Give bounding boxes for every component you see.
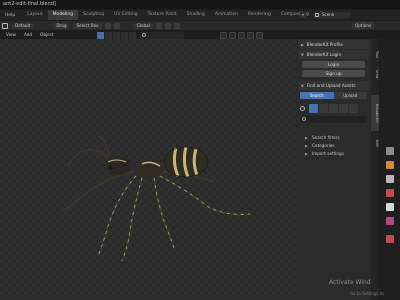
- panel-title: BlenderKit Login: [306, 52, 342, 57]
- proportional-edit-icon[interactable]: [173, 22, 180, 29]
- search-upload-tabs: Search Upload: [300, 92, 367, 99]
- chevron-right-icon: ▶: [301, 42, 304, 47]
- object-icon[interactable]: [386, 235, 394, 243]
- sidebar-panel: ▶ BlenderKit Profile ▼ BlenderKit Login …: [296, 39, 371, 300]
- transform-orientation-dropdown[interactable]: Default: [12, 22, 34, 29]
- search-filters-subpanel[interactable]: ▶ Search filters: [305, 135, 371, 140]
- login-button[interactable]: Login: [302, 61, 365, 68]
- tab-modeling[interactable]: Modeling: [47, 10, 79, 20]
- search-icon: [302, 117, 306, 121]
- scene-icon: [315, 13, 319, 17]
- asset-scene-icon[interactable]: [319, 104, 328, 113]
- tab-rendering[interactable]: Rendering: [243, 10, 276, 20]
- asset-type-filter: [97, 32, 137, 39]
- shading-material-icon[interactable]: [256, 32, 263, 39]
- chevron-right-icon: ▶: [305, 152, 308, 156]
- tab-view[interactable]: View: [371, 65, 379, 83]
- xray-icon[interactable]: [238, 32, 245, 39]
- scene-filter-icon[interactable]: [105, 32, 113, 39]
- asset-brush-icon[interactable]: [339, 104, 348, 113]
- chevron-down-icon: ▼: [301, 83, 304, 88]
- workspace-tabs: Layout Modeling Sculpting UV Editing Tex…: [22, 10, 344, 20]
- asset-search-input[interactable]: [300, 116, 367, 123]
- pivot-icon[interactable]: [155, 22, 162, 29]
- overlay-icon[interactable]: [229, 32, 236, 39]
- snap-icon[interactable]: [164, 22, 171, 29]
- render-icon[interactable]: [386, 161, 394, 169]
- tab-edit[interactable]: Edit: [371, 134, 379, 152]
- panel-blenderkit-login[interactable]: ▼ BlenderKit Login: [298, 50, 369, 59]
- panel-find-upload-assets[interactable]: ▼ Find and Upload Assets: [298, 81, 369, 90]
- tool-header: Default Drag Select Box Global Options: [0, 21, 400, 30]
- select-mode-icon[interactable]: [104, 22, 111, 29]
- tab-texture-paint[interactable]: Texture Paint: [143, 10, 182, 20]
- tab-compositing[interactable]: Compositing: [276, 10, 314, 20]
- panel-title: BlenderKit Profile: [306, 42, 343, 47]
- window-title: ant2-edit-final.blend]: [3, 1, 56, 7]
- scene-selector[interactable]: Scene: [313, 12, 351, 18]
- asset-type-icons: [300, 104, 367, 113]
- signup-button[interactable]: Sign up: [302, 70, 365, 77]
- tab-animation[interactable]: Animation: [210, 10, 243, 20]
- view-layer-icon[interactable]: [386, 189, 394, 197]
- pin-icon[interactable]: [300, 106, 305, 111]
- shading-solid-icon[interactable]: [247, 32, 254, 39]
- scene-icon[interactable]: [386, 203, 394, 211]
- subpanel-label: Search filters: [311, 135, 340, 140]
- import-settings-subpanel[interactable]: ▶ Import settings: [305, 151, 371, 156]
- asset-hdr-icon[interactable]: [349, 104, 358, 113]
- title-bar: ant2-edit-final.blend]: [0, 0, 400, 9]
- tab-tool[interactable]: Tool: [371, 45, 379, 63]
- brush-filter-icon[interactable]: [121, 32, 129, 39]
- subpanel-label: Import settings: [311, 151, 344, 156]
- panel-blenderkit-profile[interactable]: ▶ BlenderKit Profile: [298, 40, 369, 49]
- tab-sculpting[interactable]: Sculpting: [78, 10, 109, 20]
- menu-object[interactable]: Object: [36, 32, 58, 37]
- activate-windows-watermark: Activate Wind: [329, 279, 371, 286]
- object-mode-icon[interactable]: [2, 22, 8, 29]
- menu-view[interactable]: View: [0, 32, 20, 37]
- viewport-overlay-icons: [220, 32, 265, 39]
- properties-tool-strip: [380, 39, 400, 300]
- chevron-right-icon: ▶: [305, 136, 308, 140]
- subpanel-label: Categories: [311, 143, 335, 148]
- select-box-dropdown[interactable]: Select Box: [73, 22, 102, 29]
- sidebar-tabs: Tool View BlenderKit Edit: [371, 39, 379, 300]
- activate-windows-subtext: Go to Settings to: [350, 291, 384, 296]
- viewport-search-input[interactable]: [140, 32, 184, 39]
- select-extend-icon[interactable]: [113, 22, 120, 29]
- world-icon[interactable]: [386, 217, 394, 225]
- asset-model-icon[interactable]: [309, 104, 318, 113]
- hdr-filter-icon[interactable]: [129, 32, 137, 39]
- tab-upload[interactable]: Upload: [333, 92, 367, 99]
- menu-help[interactable]: Help: [0, 13, 20, 18]
- tab-blenderkit[interactable]: BlenderKit: [371, 95, 379, 131]
- chevron-right-icon: ▶: [305, 144, 308, 148]
- tool-icon[interactable]: [386, 147, 394, 155]
- search-icon: [142, 33, 146, 37]
- asset-material-icon[interactable]: [329, 104, 338, 113]
- gizmo-icon[interactable]: [220, 32, 227, 39]
- tab-shading[interactable]: Shading: [182, 10, 210, 20]
- ant-model: [62, 136, 251, 262]
- menu-add[interactable]: Add: [20, 32, 36, 37]
- output-icon[interactable]: [386, 175, 394, 183]
- drag-dropdown[interactable]: Drag: [53, 22, 70, 29]
- categories-subpanel[interactable]: ▶ Categories: [305, 143, 371, 148]
- scene-label: Scene: [322, 12, 335, 17]
- tab-layout[interactable]: Layout: [22, 10, 47, 20]
- options-button[interactable]: Options: [352, 22, 375, 29]
- 3d-viewport[interactable]: [0, 39, 296, 300]
- panel-title: Find and Upload Assets: [306, 83, 356, 88]
- scene-browse-icon[interactable]: ▾: [300, 12, 306, 18]
- material-filter-icon[interactable]: [113, 32, 121, 39]
- tab-search[interactable]: Search: [300, 92, 334, 99]
- global-dropdown[interactable]: Global: [133, 22, 153, 29]
- workspace-bar: Help Layout Modeling Sculpting UV Editin…: [0, 10, 400, 20]
- tab-uv-editing[interactable]: UV Editing: [109, 10, 142, 20]
- chevron-down-icon: ▼: [301, 52, 304, 57]
- model-filter-icon[interactable]: [97, 32, 105, 39]
